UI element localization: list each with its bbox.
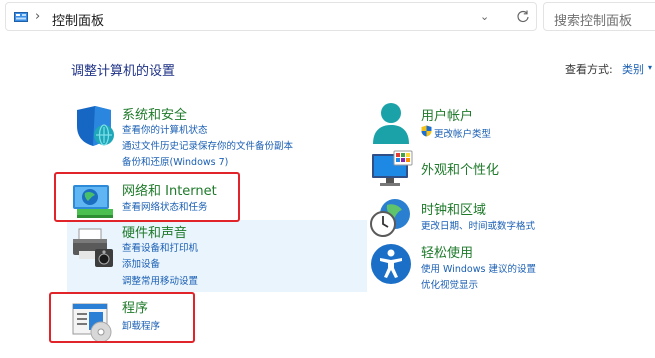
link-backup-restore[interactable]: 备份和还原(Windows 7) <box>122 154 228 168</box>
category-title-appearance[interactable]: 外观和个性化 <box>421 159 499 178</box>
link-change-account-type[interactable]: 更改帐户类型 <box>434 126 491 140</box>
link-devices-printers[interactable]: 查看设备和打印机 <box>122 240 198 254</box>
category-title-ease-of-access[interactable]: 轻松使用 <box>421 242 473 261</box>
view-by-label: 查看方式: <box>565 63 613 76</box>
link-optimize-visual-display[interactable]: 优化视觉显示 <box>421 277 478 291</box>
chevron-down-icon[interactable]: ⌄ <box>480 10 489 23</box>
user-icon <box>373 103 409 144</box>
link-add-device[interactable]: 添加设备 <box>122 256 160 270</box>
accessibility-icon <box>371 244 411 284</box>
category-title-system-security[interactable]: 系统和安全 <box>122 104 187 123</box>
clock-globe-icon <box>370 199 410 237</box>
uac-shield-icon <box>421 125 432 137</box>
search-input[interactable]: 搜索控制面板 <box>554 10 632 29</box>
link-change-date-time-format[interactable]: 更改日期、时间或数字格式 <box>421 218 535 232</box>
link-view-computer-status[interactable]: 查看你的计算机状态 <box>122 122 208 136</box>
breadcrumb-control-panel[interactable]: 控制面板 <box>52 10 104 29</box>
printer-icon <box>73 228 113 267</box>
annotation-highlight-programs <box>49 292 195 343</box>
shield-icon <box>77 106 114 146</box>
view-by-arrow-icon[interactable]: ▾ <box>648 63 652 72</box>
page-title: 调整计算机的设置 <box>71 64 176 79</box>
address-toolbar: › 控制面板 ⌄ 搜索控制面板 <box>0 0 655 34</box>
breadcrumb-separator: › <box>35 9 41 24</box>
control-panel-icon <box>14 12 28 22</box>
refresh-icon[interactable] <box>516 9 530 23</box>
annotation-highlight-network <box>54 172 240 222</box>
search-box[interactable]: 搜索控制面板 <box>543 2 655 31</box>
category-title-user-accounts[interactable]: 用户帐户 <box>421 105 473 124</box>
category-title-clock-region[interactable]: 时钟和区域 <box>421 199 486 218</box>
link-mobility-settings[interactable]: 调整常用移动设置 <box>122 273 198 287</box>
link-file-history-backup[interactable]: 通过文件历史记录保存你的文件备份副本 <box>122 138 293 152</box>
personalization-icon <box>372 150 413 186</box>
address-bar[interactable]: › 控制面板 ⌄ <box>5 2 537 31</box>
view-by-dropdown[interactable]: 类别 <box>622 61 644 77</box>
category-title-hardware-sound[interactable]: 硬件和声音 <box>122 222 187 241</box>
link-windows-suggested-settings[interactable]: 使用 Windows 建议的设置 <box>421 261 536 275</box>
